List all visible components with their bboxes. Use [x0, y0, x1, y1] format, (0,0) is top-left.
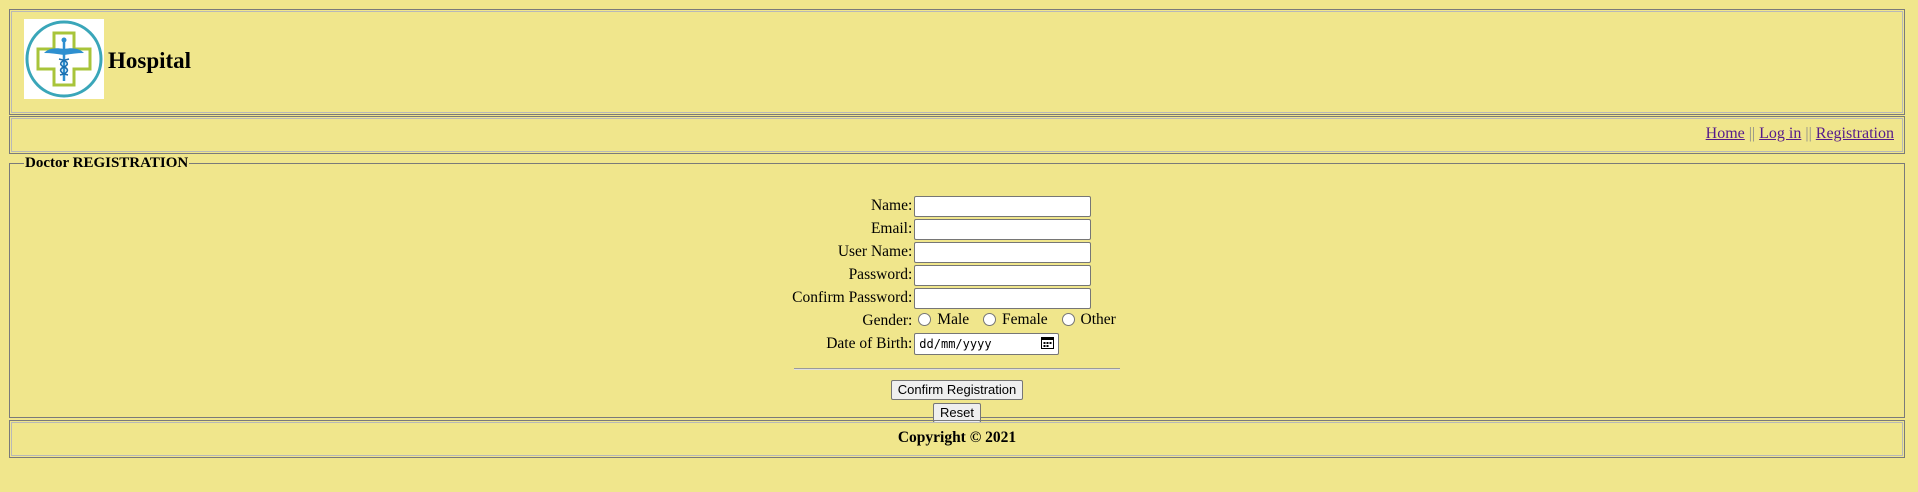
- username-input[interactable]: [914, 241, 1092, 263]
- username-label: User Name:: [837, 243, 913, 260]
- gender-other-label: Other: [1080, 310, 1116, 328]
- form-row-username: User Name:: [792, 241, 1122, 263]
- gender-option-other[interactable]: Other: [1058, 311, 1116, 329]
- gender-female-label: Female: [1002, 310, 1048, 328]
- name-input[interactable]: [914, 195, 1092, 217]
- email-input[interactable]: [914, 218, 1092, 240]
- password-label: Password:: [848, 266, 913, 283]
- confirm-password-label: Confirm Password:: [792, 289, 913, 306]
- hospital-logo-icon: [24, 19, 104, 99]
- site-title: Hospital: [108, 48, 192, 73]
- nav-link-registration[interactable]: Registration: [1816, 125, 1894, 142]
- confirm-registration-button[interactable]: Confirm Registration: [890, 380, 1024, 400]
- password-input[interactable]: [914, 264, 1092, 286]
- registration-legend: Doctor REGISTRATION: [25, 155, 189, 171]
- form-row-email: Email:: [792, 218, 1122, 240]
- form-row-gender: Gender: Male Female Other: [792, 310, 1122, 332]
- calendar-icon[interactable]: [1041, 336, 1055, 352]
- name-label: Name:: [870, 197, 913, 214]
- gender-option-female[interactable]: Female: [979, 311, 1048, 329]
- form-row-password: Password:: [792, 264, 1122, 286]
- gender-male-label: Male: [937, 310, 970, 328]
- gender-male-radio[interactable]: [918, 313, 932, 327]
- registration-form-table: Name: Email: User Name: Password: Confir…: [790, 194, 1124, 356]
- form-row-confirm-password: Confirm Password:: [792, 287, 1122, 309]
- gender-options: Male Female Other: [914, 310, 1122, 332]
- nav-bar: Home || Log in || Registration: [9, 116, 1905, 154]
- nav-separator: ||: [1748, 125, 1756, 142]
- gender-option-male[interactable]: Male: [914, 311, 969, 329]
- dob-label: Date of Birth:: [826, 335, 913, 352]
- nav-separator: ||: [1805, 125, 1812, 142]
- nav-links: Home || Log in || Registration: [1706, 125, 1894, 143]
- form-divider: [794, 368, 1120, 370]
- dob-date-input[interactable]: dd/mm/yyyy: [914, 333, 1060, 355]
- gender-label: Gender:: [862, 312, 913, 329]
- form-row-name: Name:: [792, 195, 1122, 217]
- gender-other-radio[interactable]: [1061, 313, 1075, 327]
- doctor-registration-fieldset: Doctor REGISTRATION Name: Email: User Na…: [9, 155, 1905, 423]
- dob-placeholder: dd/mm/yyyy: [919, 337, 992, 351]
- nav-link-home[interactable]: Home: [1706, 125, 1745, 142]
- email-label: Email:: [870, 220, 913, 237]
- header-panel: Hospital: [9, 9, 1905, 115]
- registration-form: Name: Email: User Name: Password: Confir…: [10, 194, 1904, 426]
- copyright-text: Copyright © 2021: [897, 429, 1017, 446]
- footer-panel: Copyright © 2021: [9, 420, 1905, 458]
- nav-link-login[interactable]: Log in: [1759, 125, 1801, 142]
- form-row-dob: Date of Birth: dd/mm/yyyy: [792, 333, 1122, 355]
- gender-female-radio[interactable]: [983, 313, 997, 327]
- confirm-password-input[interactable]: [914, 287, 1092, 309]
